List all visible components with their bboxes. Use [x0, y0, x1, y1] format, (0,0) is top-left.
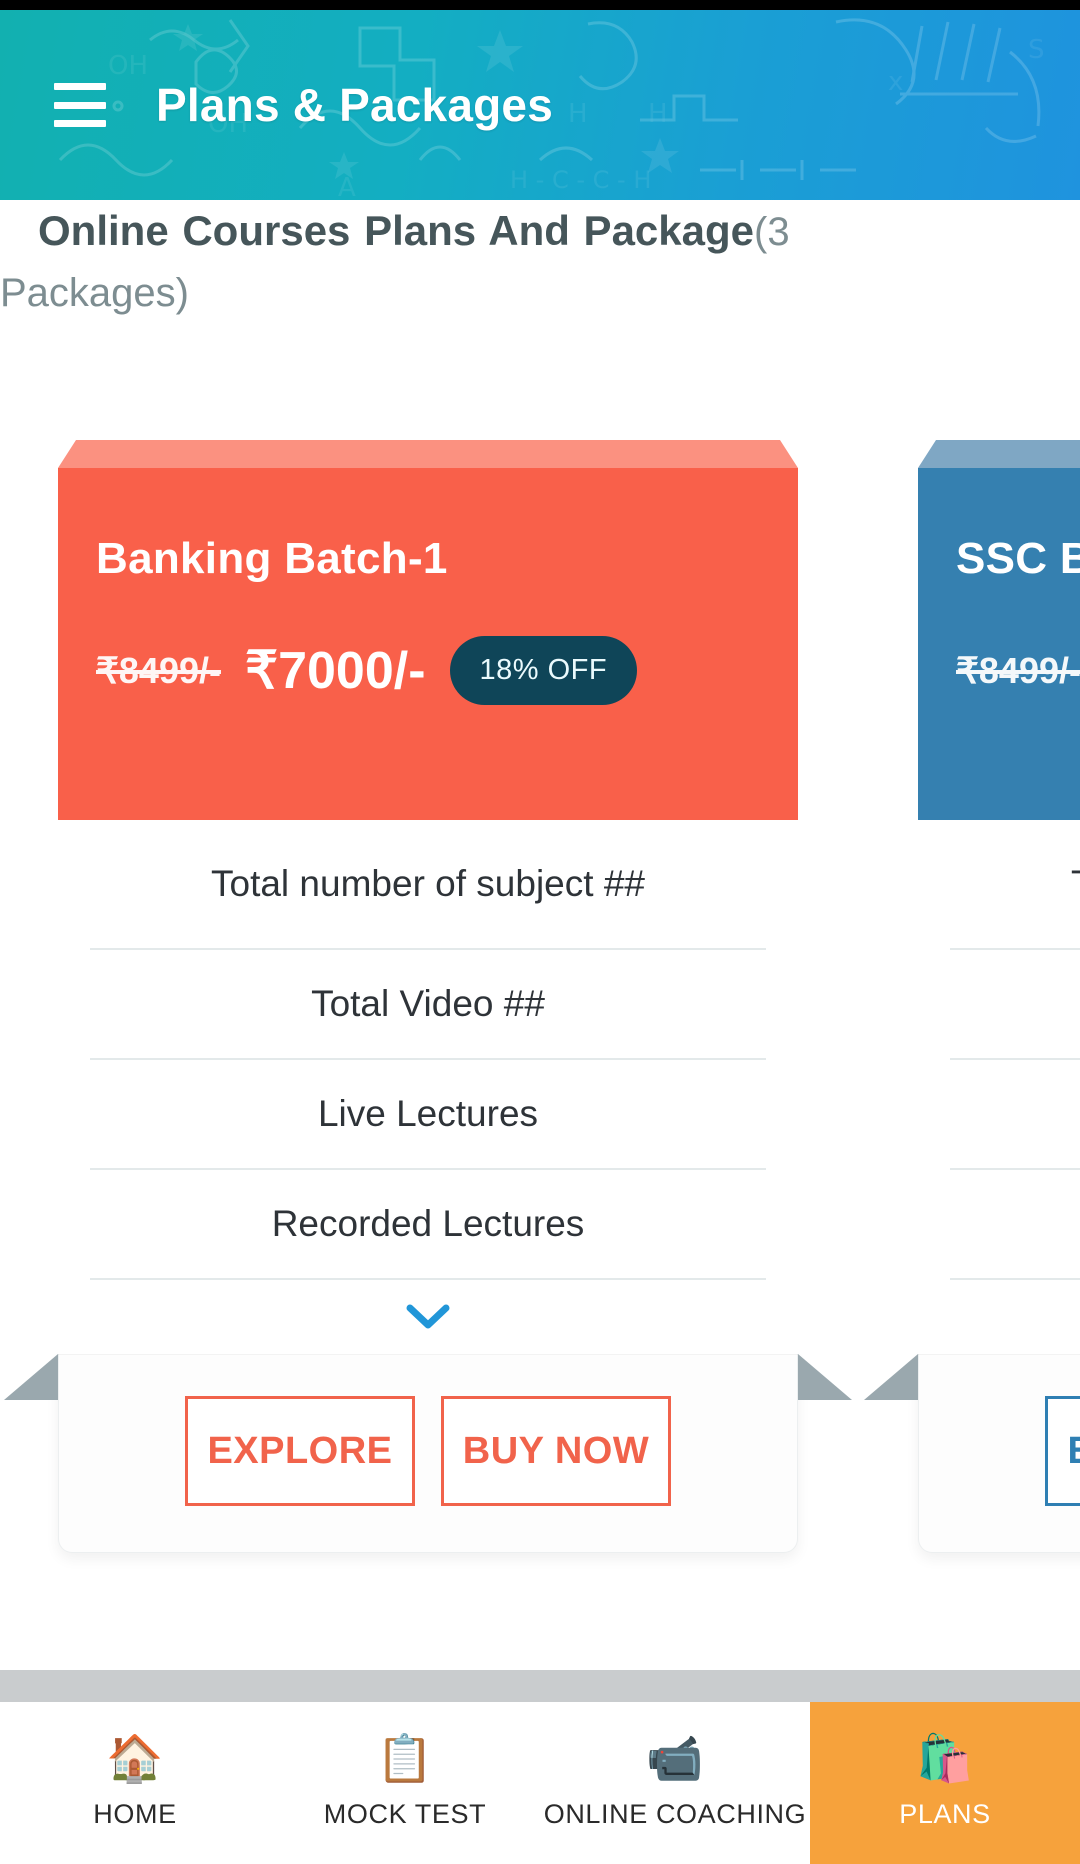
- nav-label-mock-test: MOCK TEST: [323, 1799, 487, 1829]
- app-bar: OH OH H H A x S H - C - C - H Plans & Pa…: [0, 10, 1080, 200]
- nav-item-home[interactable]: 🏠 HOME: [0, 1702, 270, 1864]
- card-3d-crown: [918, 440, 1080, 468]
- original-price: ₹8499/-: [956, 649, 1080, 691]
- package-card-banking[interactable]: Banking Batch-1 ₹8499/- ₹7000/- 18% OFF …: [4, 440, 852, 1553]
- explore-button[interactable]: EXPLORE: [1045, 1396, 1080, 1506]
- expand-card-button[interactable]: [90, 1280, 766, 1354]
- feature-row: Recorded Lectures: [950, 1170, 1080, 1280]
- feature-row: Recorded Lectures: [90, 1170, 766, 1280]
- packages-carousel[interactable]: Banking Batch-1 ₹8499/- ₹7000/- 18% OFF …: [0, 400, 1080, 1670]
- chevron-down-icon: [406, 1304, 450, 1329]
- bottom-navigation-bar: 🏠 HOME 📋 MOCK TEST 📹 ONLINE COACHING 🛍️ …: [0, 1702, 1080, 1864]
- nav-separator: [0, 1670, 1080, 1702]
- price-row: ₹8499/- ₹7000/- 18% OFF: [96, 636, 760, 705]
- card-actions: EXPLORE BUY NOW: [918, 1354, 1080, 1553]
- nav-item-online-coaching[interactable]: 📹 ONLINE COACHING: [540, 1702, 810, 1864]
- card-feature-list: Total number of subject ## Total Video #…: [864, 820, 1080, 1400]
- nav-label-plans: PLANS: [899, 1799, 991, 1829]
- package-title: Banking Batch-1: [96, 534, 448, 583]
- page-title-block: Online Courses Plans And Package(3: [0, 200, 1080, 263]
- package-count-part1: (3: [754, 210, 790, 254]
- expand-card-button[interactable]: [950, 1280, 1080, 1354]
- feature-row: Total Video ##: [950, 950, 1080, 1060]
- nav-label-home: HOME: [93, 1799, 177, 1829]
- card-header-banking: Banking Batch-1 ₹8499/- ₹7000/- 18% OFF: [58, 468, 798, 820]
- card-actions: EXPLORE BUY NOW: [58, 1354, 798, 1553]
- page-title: Online Courses Plans And Package(3: [38, 200, 1066, 263]
- buy-now-button[interactable]: BUY NOW: [441, 1396, 671, 1506]
- current-price: ₹7000/-: [244, 641, 426, 700]
- clipboard-icon: 📋: [376, 1732, 434, 1784]
- card-fold-left: [864, 1354, 918, 1400]
- package-card-ssc[interactable]: SSC Batch-1 ₹8499/- ₹7000/- 18% OFF Tota…: [864, 440, 1080, 1553]
- package-count-part2: Packages): [0, 271, 189, 315]
- hamburger-menu-icon[interactable]: [54, 83, 106, 127]
- card-fold-left: [4, 1354, 58, 1400]
- nav-item-plans[interactable]: 🛍️ PLANS: [810, 1702, 1080, 1864]
- feature-row: Total number of subject ##: [950, 820, 1080, 950]
- card-3d-crown: [58, 440, 798, 468]
- discount-badge: 18% OFF: [449, 636, 638, 705]
- feature-row: Live Lectures: [950, 1060, 1080, 1170]
- explore-button[interactable]: EXPLORE: [185, 1396, 415, 1506]
- feature-row: Live Lectures: [90, 1060, 766, 1170]
- card-fold-right: [798, 1354, 852, 1400]
- shopping-bag-icon: 🛍️: [916, 1732, 974, 1784]
- home-icon: 🏠: [106, 1732, 164, 1784]
- app-bar-title: Plans & Packages: [156, 79, 553, 131]
- feature-row: Total number of subject ##: [90, 820, 766, 950]
- package-title: SSC Batch-1: [956, 534, 1080, 583]
- page-title-text: Online Courses Plans And Package: [38, 207, 755, 254]
- feature-row: Total Video ##: [90, 950, 766, 1060]
- card-header-ssc: SSC Batch-1 ₹8499/- ₹7000/- 18% OFF: [918, 468, 1080, 820]
- nav-label-online-coaching: ONLINE COACHING: [543, 1799, 807, 1829]
- nav-item-mock-test[interactable]: 📋 MOCK TEST: [270, 1702, 540, 1864]
- page-title-wrap-line: Packages): [0, 262, 1080, 324]
- card-feature-list: Total number of subject ## Total Video #…: [4, 820, 852, 1400]
- video-camera-icon: 📹: [646, 1732, 704, 1784]
- original-price: ₹8499/-: [96, 649, 221, 691]
- status-bar-strip: [0, 0, 1080, 10]
- price-row: ₹8499/- ₹7000/- 18% OFF: [956, 636, 1080, 705]
